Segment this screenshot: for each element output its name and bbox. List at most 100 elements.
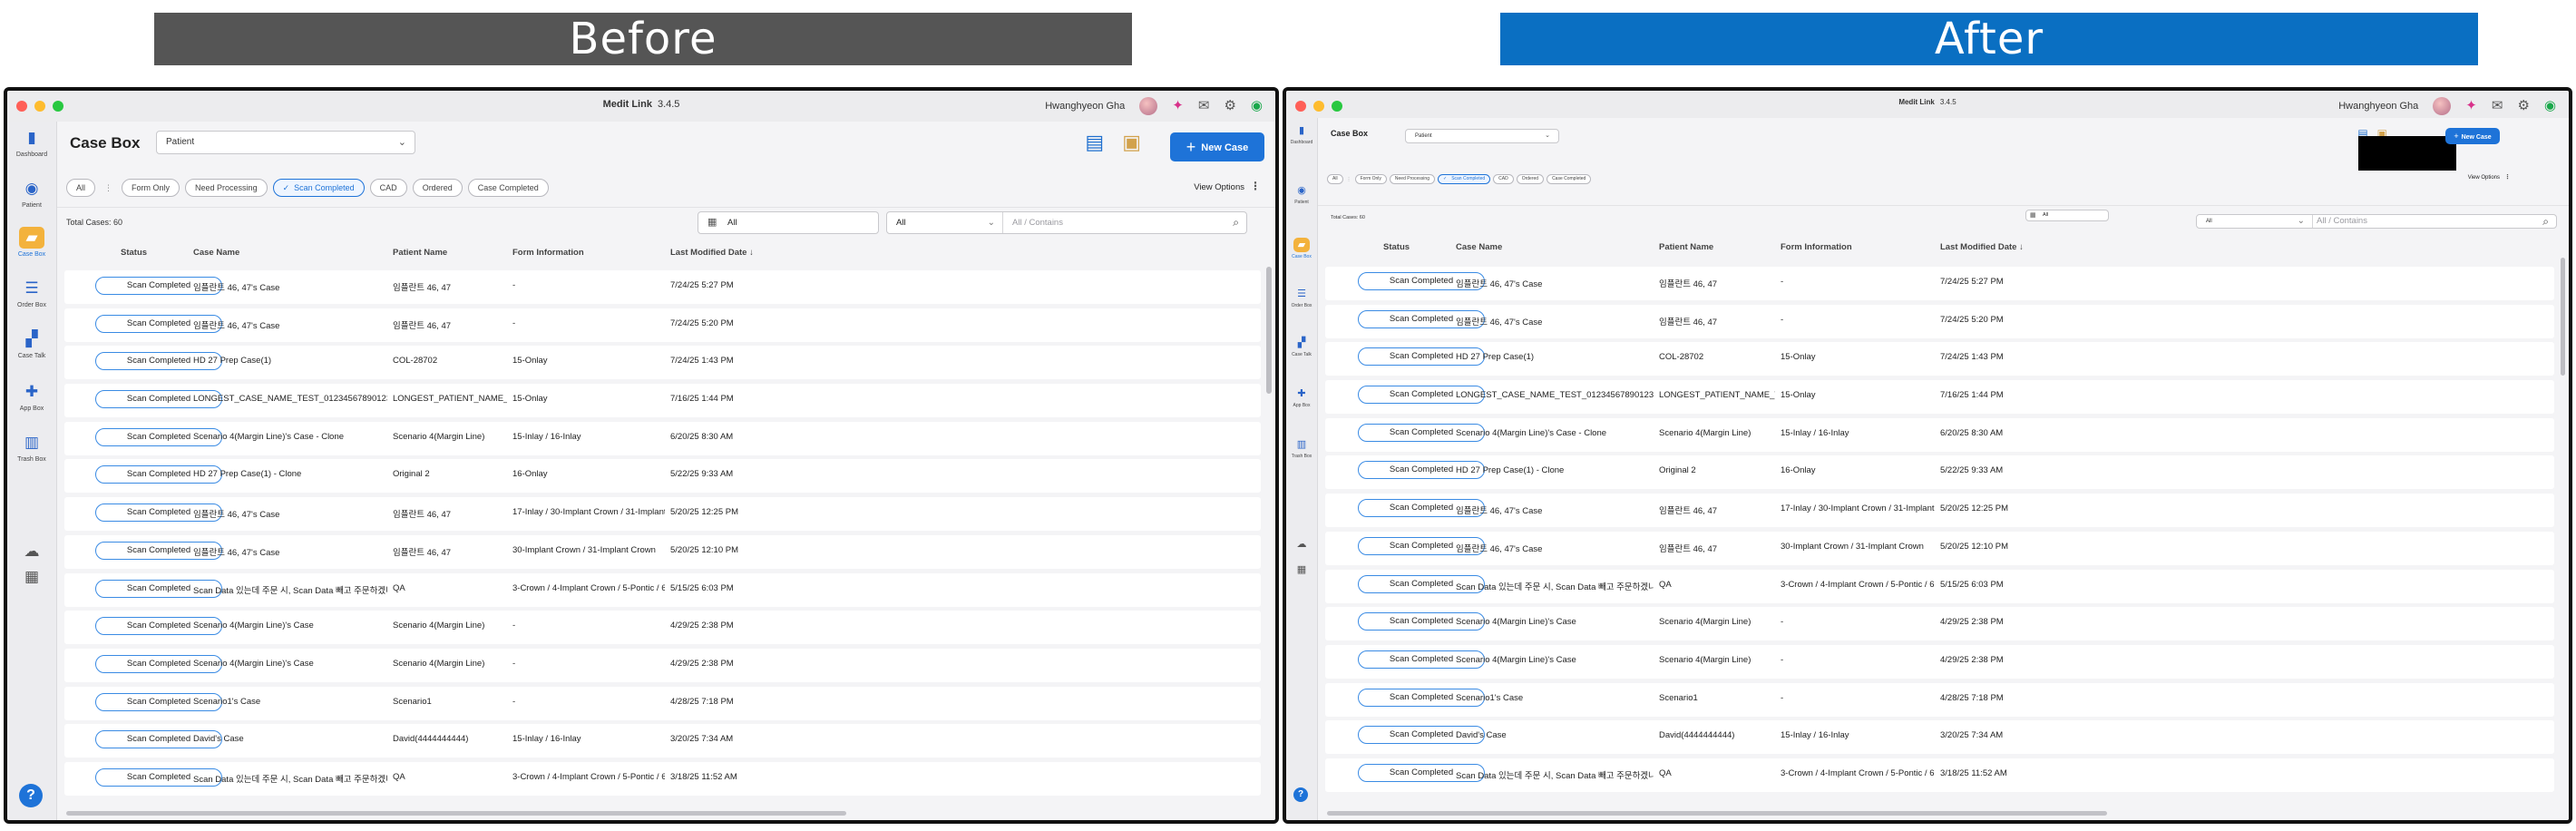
filter-scan-completed[interactable]: ✓ Scan Completed <box>272 179 365 197</box>
table-row[interactable]: Scan Completed 임플란트 46, 47's Case 임플란트 46,… <box>57 307 1261 345</box>
search-input[interactable]: All / Contains <box>1012 212 1063 233</box>
table-row[interactable]: Scan Completed Scenario 4(Margin Line)'s … <box>57 420 1261 458</box>
sidebar-item-trash-box[interactable]: ▥ Trash Box <box>1286 437 1317 459</box>
megaphone-icon[interactable]: ✉ <box>2492 98 2503 114</box>
wifi-icon[interactable]: ◉ <box>2544 98 2556 114</box>
gear-icon[interactable]: ⚙ <box>1224 98 1235 114</box>
column-form-information[interactable]: Form Information <box>512 248 584 258</box>
help-icon[interactable]: ? <box>19 784 43 807</box>
sidebar-item-order-box[interactable]: ☰ Order Box <box>7 278 56 308</box>
table-row[interactable]: Scan Completed 임플란트 46, 47's Case 임플란트 46,… <box>57 533 1261 572</box>
patient-select[interactable]: Patient ⌄ <box>1405 129 1559 143</box>
view-options-button[interactable]: View Options <box>1194 182 1244 192</box>
filter-ordered[interactable]: Ordered <box>412 179 463 197</box>
notification-icon[interactable]: ✦ <box>2465 98 2477 114</box>
table-row[interactable]: Scan Completed LONGEST_CASE_NAME_TEST_012… <box>57 382 1261 420</box>
column-status[interactable]: Status <box>121 248 147 258</box>
search-scope-select[interactable]: All ⌄ <box>887 212 1003 233</box>
vertical-scrollbar[interactable] <box>2561 258 2565 376</box>
sidebar-item-dashboard[interactable]: ▮ Dashboard <box>7 127 56 158</box>
table-row[interactable]: Scan Completed 임플란트 46, 47's Case 임플란트 46,… <box>57 269 1261 307</box>
sidebar-item-trash-box[interactable]: ▥ Trash Box <box>7 432 56 463</box>
table-row[interactable]: Scan Completed Scenario 4(Margin Line)'s … <box>1318 416 2554 455</box>
table-row[interactable]: Scan Completed David's Case David(44444444… <box>57 722 1261 760</box>
column-case-name[interactable]: Case Name <box>193 248 239 258</box>
filter-cad[interactable]: CAD <box>1493 174 1514 184</box>
filter-scan-completed[interactable]: ✓ Scan Completed <box>1437 174 1491 184</box>
table-row[interactable]: Scan Completed Scenario 4(Margin Line)'s … <box>1318 643 2554 681</box>
table-row[interactable]: Scan Completed 임플란트 46, 47's Case 임플란트 46,… <box>1318 303 2554 341</box>
table-row[interactable]: Scan Completed 임플란트 46, 47's Case 임플란트 46,… <box>1318 530 2554 568</box>
horizontal-scrollbar[interactable] <box>1327 811 2107 816</box>
column-patient-name[interactable]: Patient Name <box>1659 242 1713 252</box>
view-options-button[interactable]: View Options <box>2468 175 2500 181</box>
column-last-modified[interactable]: Last Modified Date ↓ <box>670 248 754 258</box>
table-row[interactable]: Scan Completed Scan Data 있는데 주문 시, Scan D… <box>1318 568 2554 606</box>
cloud-sync-icon[interactable]: ☁ <box>7 541 56 565</box>
table-row[interactable]: Scan Completed Scenario1's Case Scenario1-… <box>1318 681 2554 719</box>
filter-need-processing[interactable]: Need Processing <box>1389 174 1435 184</box>
vertical-scrollbar[interactable] <box>1266 267 1272 394</box>
sidebar-item-case-box[interactable]: ▰ Case Box <box>7 227 56 258</box>
horizontal-scrollbar[interactable] <box>66 811 846 816</box>
sidebar-item-dashboard[interactable]: ▮ Dashboard <box>1286 123 1317 145</box>
grid-icon[interactable]: ▦ <box>7 566 56 591</box>
sidebar-item-patient[interactable]: ◉ Patient <box>7 178 56 209</box>
wifi-icon[interactable]: ◉ <box>1251 98 1263 114</box>
table-row[interactable]: Scan Completed HD 27 Prep Case(1) - Clone… <box>1318 454 2554 492</box>
avatar[interactable] <box>2433 97 2452 115</box>
grid-icon[interactable]: ▦ <box>1286 562 1317 579</box>
table-row[interactable]: Scan Completed HD 27 Prep Case(1) COL-2870… <box>1318 340 2554 378</box>
filter-all[interactable]: All <box>66 179 96 197</box>
table-row[interactable]: Scan Completed 임플란트 46, 47's Case 임플란트 46,… <box>1318 265 2554 303</box>
table-row[interactable]: Scan Completed HD 27 Prep Case(1) - Clone… <box>57 457 1261 495</box>
sidebar-item-patient[interactable]: ◉ Patient <box>1286 183 1317 205</box>
table-row[interactable]: Scan Completed Scenario 4(Margin Line)'s … <box>57 609 1261 647</box>
sidebar-item-app-box[interactable]: ✚ App Box <box>1286 386 1317 408</box>
more-options-icon[interactable]: ⋮ <box>2504 173 2511 181</box>
sidebar-item-case-talk[interactable]: ▞ Case Talk <box>7 328 56 359</box>
table-row[interactable]: Scan Completed Scan Data 있는데 주문 시, Scan D… <box>57 572 1261 610</box>
new-case-button[interactable]: + New Case <box>2445 128 2500 144</box>
filter-ordered[interactable]: Ordered <box>1516 174 1545 184</box>
cloud-sync-icon[interactable]: ☁ <box>1286 537 1317 553</box>
date-filter[interactable]: ▦ All <box>2025 210 2109 221</box>
filter-form-only[interactable]: Form Only <box>1354 174 1387 184</box>
table-row[interactable]: Scan Completed LONGEST_CASE_NAME_TEST_012… <box>1318 378 2554 416</box>
table-row[interactable]: Scan Completed 임플란트 46, 47's Case 임플란트 46,… <box>57 495 1261 533</box>
table-row[interactable]: Scan Completed Scenario 4(Margin Line)'s … <box>1318 605 2554 643</box>
date-filter[interactable]: ▦ All <box>698 211 879 234</box>
filter-all[interactable]: All <box>1327 174 1343 184</box>
patient-select[interactable]: Patient ⌄ <box>156 131 415 154</box>
more-options-icon[interactable]: ⋮ <box>1250 180 1261 192</box>
table-row[interactable]: Scan Completed HD 27 Prep Case(1) COL-2870… <box>57 344 1261 382</box>
search-scope-select[interactable]: All ⌄ <box>2197 215 2313 228</box>
scan-document-icon[interactable]: ▤ <box>1085 131 1104 154</box>
filter-form-only[interactable]: Form Only <box>122 179 181 197</box>
inbox-icon[interactable]: ▣ <box>1122 131 1141 154</box>
table-row[interactable]: Scan Completed Scenario1's Case Scenario1-… <box>57 685 1261 723</box>
notification-icon[interactable]: ✦ <box>1172 98 1184 114</box>
table-row[interactable]: Scan Completed Scenario 4(Margin Line)'s … <box>57 647 1261 685</box>
column-status[interactable]: Status <box>1383 242 1410 252</box>
avatar[interactable] <box>1139 97 1158 115</box>
table-row[interactable]: Scan Completed Scan Data 있는데 주문 시, Scan D… <box>1318 757 2554 795</box>
gear-icon[interactable]: ⚙ <box>2517 98 2529 114</box>
sidebar-item-app-box[interactable]: ✚ App Box <box>7 381 56 412</box>
search-icon[interactable]: ⌕ <box>2542 215 2549 228</box>
column-form-information[interactable]: Form Information <box>1781 242 1852 252</box>
sidebar-item-case-talk[interactable]: ▞ Case Talk <box>1286 336 1317 357</box>
filter-need-processing[interactable]: Need Processing <box>185 179 268 197</box>
column-last-modified[interactable]: Last Modified Date ↓ <box>1940 242 2024 252</box>
column-case-name[interactable]: Case Name <box>1456 242 1502 252</box>
table-row[interactable]: Scan Completed 임플란트 46, 47's Case 임플란트 46,… <box>1318 492 2554 530</box>
column-patient-name[interactable]: Patient Name <box>393 248 447 258</box>
filter-case-completed[interactable]: Case Completed <box>467 179 549 197</box>
table-row[interactable]: Scan Completed Scan Data 있는데 주문 시, Scan D… <box>57 760 1261 798</box>
sidebar-item-case-box[interactable]: ▰ Case Box <box>1286 238 1317 259</box>
filter-cad[interactable]: CAD <box>369 179 407 197</box>
search-input[interactable]: All / Contains <box>2317 215 2367 228</box>
filter-case-completed[interactable]: Case Completed <box>1547 174 1592 184</box>
sidebar-item-order-box[interactable]: ☰ Order Box <box>1286 287 1317 308</box>
new-case-button[interactable]: + New Case <box>1170 132 1264 161</box>
